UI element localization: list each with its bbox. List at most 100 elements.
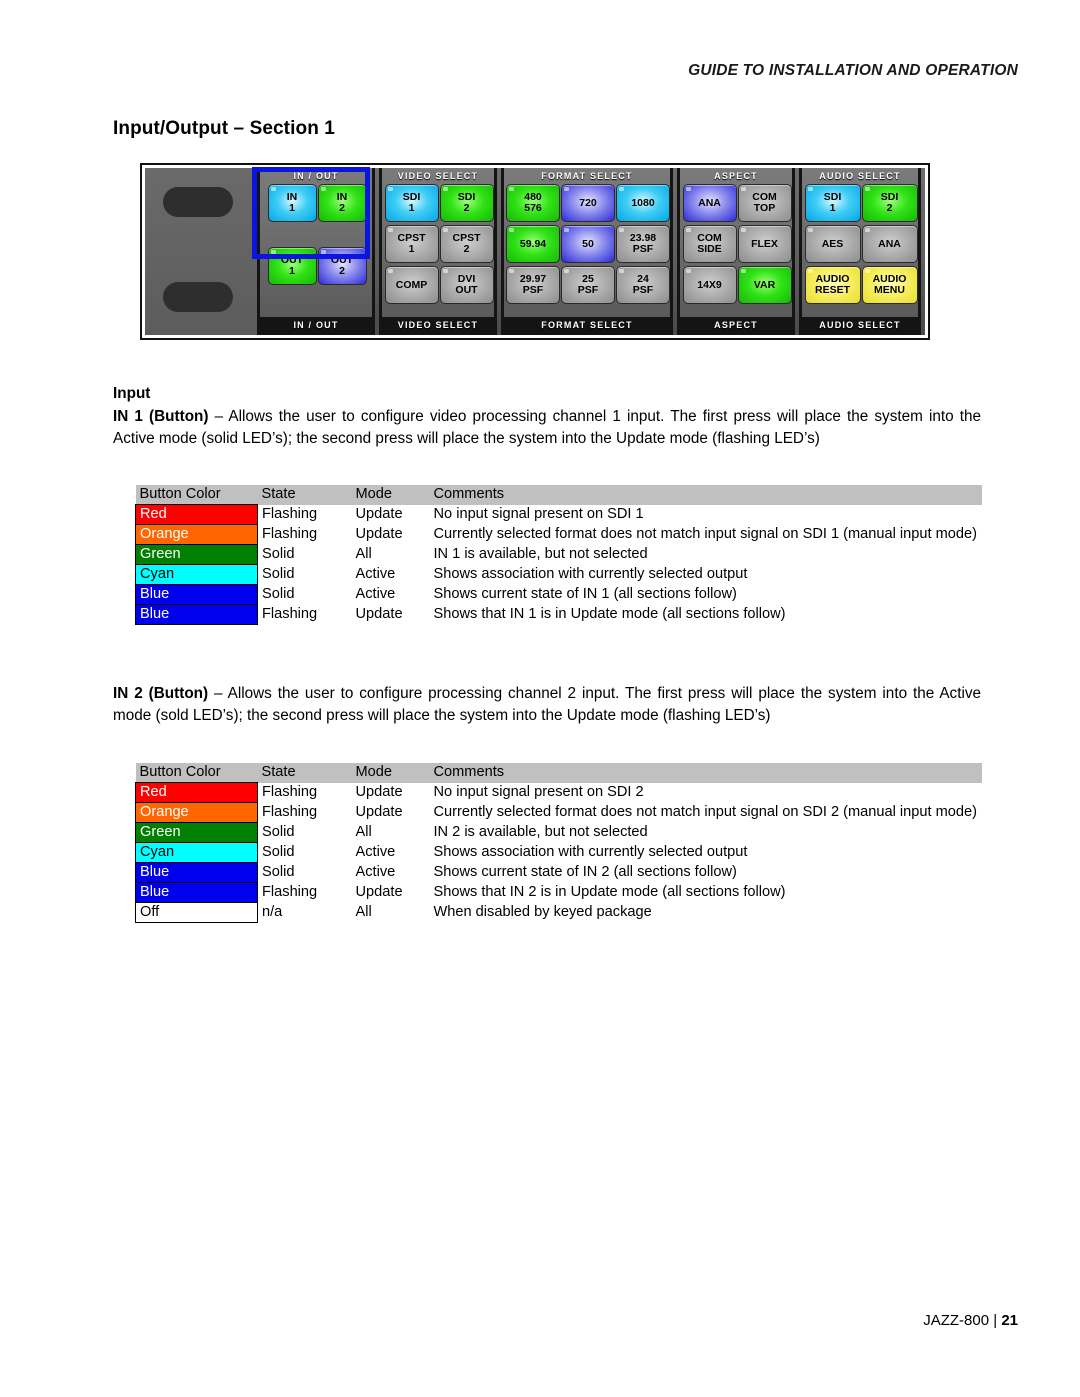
panel-button-label: 2 <box>339 265 345 277</box>
panel-button-1080[interactable]: 1080 <box>616 184 670 222</box>
section-label-bottom-format-select: FORMAT SELECT <box>504 317 670 335</box>
panel-button-25-psf[interactable]: 25 PSF <box>561 266 615 304</box>
panel-button-audio-reset[interactable]: AUDIO RESET <box>804 266 861 304</box>
table-row: Red Flashing Update No input signal present… <box>135 782 982 803</box>
panel-button-cpst-1[interactable]: CPST 1 <box>384 225 439 263</box>
panel-button-comp[interactable]: COMP <box>384 266 439 304</box>
panel-button-com-side[interactable]: COM SIDE <box>682 225 737 263</box>
table-cell-mode: Update <box>355 803 403 820</box>
table-cell-comment: Shows that IN 1 is in Update mode (all s… <box>433 605 786 622</box>
color-swatch-cell: Orange <box>135 524 258 545</box>
footer-page-number: 21 <box>1001 1312 1018 1329</box>
panel-button-in-1[interactable]: IN 1 <box>267 184 317 222</box>
panel-button-29-97-psf[interactable]: 29.97 PSF <box>506 266 560 304</box>
in1-lead-label: IN 1 (Button) <box>113 408 209 426</box>
table-cell-comment: Shows current state of IN 1 (all section… <box>433 585 737 602</box>
panel-button-var[interactable]: VAR <box>737 266 792 304</box>
panel-section-video-select: VIDEO SELECT SDI 1 SDI 2 CPST 1 CPST 2 COMP DVI OUT… <box>379 168 497 335</box>
table-header-cell: Comments <box>429 485 982 505</box>
table-cell-mode: Update <box>355 605 403 622</box>
panel-button-sdi-2[interactable]: SDI 2 <box>861 184 918 222</box>
running-head: GUIDE TO INSTALLATION AND OPERATION <box>688 62 1018 79</box>
table-cell-comment: IN 1 is available, but not selected <box>433 545 648 562</box>
panel-button-720[interactable]: 720 <box>561 184 615 222</box>
table-row: Cyan Solid Active Shows association with cu… <box>135 564 982 585</box>
section-label-top-aspect: ASPECT <box>714 171 758 181</box>
panel-button-50[interactable]: 50 <box>561 225 615 263</box>
section-label-top-format-select: FORMAT SELECT <box>541 171 633 181</box>
in2-lead-label: IN 2 (Button) <box>113 685 209 702</box>
panel-button-14x9[interactable]: 14X9 <box>682 266 737 304</box>
section-label-top-video-select: VIDEO SELECT <box>397 171 479 181</box>
panel-button-480-576[interactable]: 480 576 <box>506 184 560 222</box>
control-panel-figure: IN / OUT IN 1 IN 2 OUT 1 OUT 2 IN / OUT VIDEO SELE… <box>140 163 930 340</box>
table-row: Red Flashing Update No input signal present… <box>135 504 982 525</box>
table-row: Blue Solid Active Shows current state of IN… <box>135 584 982 605</box>
panel-button-label: 2 <box>886 202 893 214</box>
panel-button-24-psf[interactable]: 24 PSF <box>616 266 670 304</box>
panel-button-label: 1 <box>408 202 415 214</box>
panel-button-cpst-2[interactable]: CPST 2 <box>439 225 494 263</box>
table-row: Blue Solid Active Shows current state of IN… <box>135 862 982 883</box>
color-swatch-cell: Cyan <box>135 564 258 585</box>
button-grid-aspect: ANA COM TOP COM SIDE FLEX 14X9 VAR <box>678 184 795 304</box>
in2-status-table: Button Color State Mode Comments Red Flashin… <box>135 763 982 923</box>
input-section-heading-block: Input IN 1 (Button) – Allows the user to… <box>113 383 981 451</box>
panel-button-out-1[interactable]: OUT 1 <box>267 247 317 285</box>
panel-button-label: COMP <box>395 278 428 291</box>
color-swatch-cell: Blue <box>135 584 258 605</box>
panel-button-in-2[interactable]: IN 2 <box>317 184 367 222</box>
table-cell-mode: Update <box>355 783 403 800</box>
table-cell-mode: Active <box>355 565 396 582</box>
table-header-row: Button Color State Mode Comments <box>135 763 982 783</box>
panel-button-label: MENU <box>874 284 905 296</box>
table-header-cell: Comments <box>429 763 982 783</box>
panel-button-label: 1 <box>829 202 836 214</box>
panel-button-23-98-psf[interactable]: 23.98 PSF <box>616 225 670 263</box>
panel-button-label: 1080 <box>631 196 655 209</box>
table-cell-comment: No input signal present on SDI 1 <box>433 505 644 522</box>
panel-button-aes[interactable]: AES <box>804 225 861 263</box>
panel-button-sdi-2[interactable]: SDI 2 <box>439 184 494 222</box>
panel-button-label: PSF <box>577 284 599 296</box>
table-row: Blue Flashing Update Shows that IN 2 is in … <box>135 882 982 903</box>
panel-button-out-2[interactable]: OUT 2 <box>317 247 367 285</box>
panel-button-dvi-out[interactable]: DVI OUT <box>439 266 494 304</box>
table-cell-state: Flashing <box>262 525 318 542</box>
table-cell-state: Flashing <box>262 783 318 800</box>
table-cell-state: Solid <box>262 823 295 840</box>
table-cell-comment: Shows that IN 2 is in Update mode (all s… <box>433 883 786 900</box>
panel-button-label: PSF <box>632 284 654 296</box>
panel-button-label: ANA <box>878 237 901 250</box>
panel-button-label: OUT <box>455 284 478 296</box>
table-cell-comment: Shows association with currently selecte… <box>433 565 748 582</box>
page-footer: JAZZ-800 | 21 <box>923 1312 1018 1329</box>
table-cell-mode: Update <box>355 883 403 900</box>
table-cell-state: Solid <box>262 545 295 562</box>
table-cell-comment: Shows current state of IN 2 (all section… <box>433 863 737 880</box>
panel-button-label: 59.94 <box>519 237 547 250</box>
table-cell-comment: Currently selected format does not match… <box>433 803 978 820</box>
table-cell-mode: Update <box>355 525 403 542</box>
blank-plate-bottom <box>163 282 233 312</box>
table-header-cell: Button Color <box>135 763 258 783</box>
panel-button-ana[interactable]: ANA <box>682 184 737 222</box>
table-cell-comment: Shows association with currently selecte… <box>433 843 748 860</box>
panel-button-label: FLEX <box>751 237 778 250</box>
panel-button-sdi-1[interactable]: SDI 1 <box>804 184 861 222</box>
panel-section-format-select: FORMAT SELECT 480 576 720 1080 59.94 50 23.98 PS… <box>501 168 673 335</box>
panel-button-com-top[interactable]: COM TOP <box>737 184 792 222</box>
panel-button-flex[interactable]: FLEX <box>737 225 792 263</box>
panel-button-ana[interactable]: ANA <box>861 225 918 263</box>
panel-button-sdi-1[interactable]: SDI 1 <box>384 184 439 222</box>
color-swatch-cell: Green <box>135 544 258 565</box>
panel-button-label: PSF <box>522 284 544 296</box>
table-row: Off n/a All When disabled by keyed package <box>135 902 982 923</box>
panel-button-59-94[interactable]: 59.94 <box>506 225 560 263</box>
section-label-bottom-in-out: IN / OUT <box>260 317 372 335</box>
table-cell-state: Solid <box>262 585 295 602</box>
panel-button-label: 14X9 <box>697 278 722 291</box>
panel-button-audio-menu[interactable]: AUDIO MENU <box>861 266 918 304</box>
in2-body-text: – Allows the user to configure processin… <box>113 685 981 725</box>
footer-product: JAZZ-800 <box>923 1312 990 1329</box>
